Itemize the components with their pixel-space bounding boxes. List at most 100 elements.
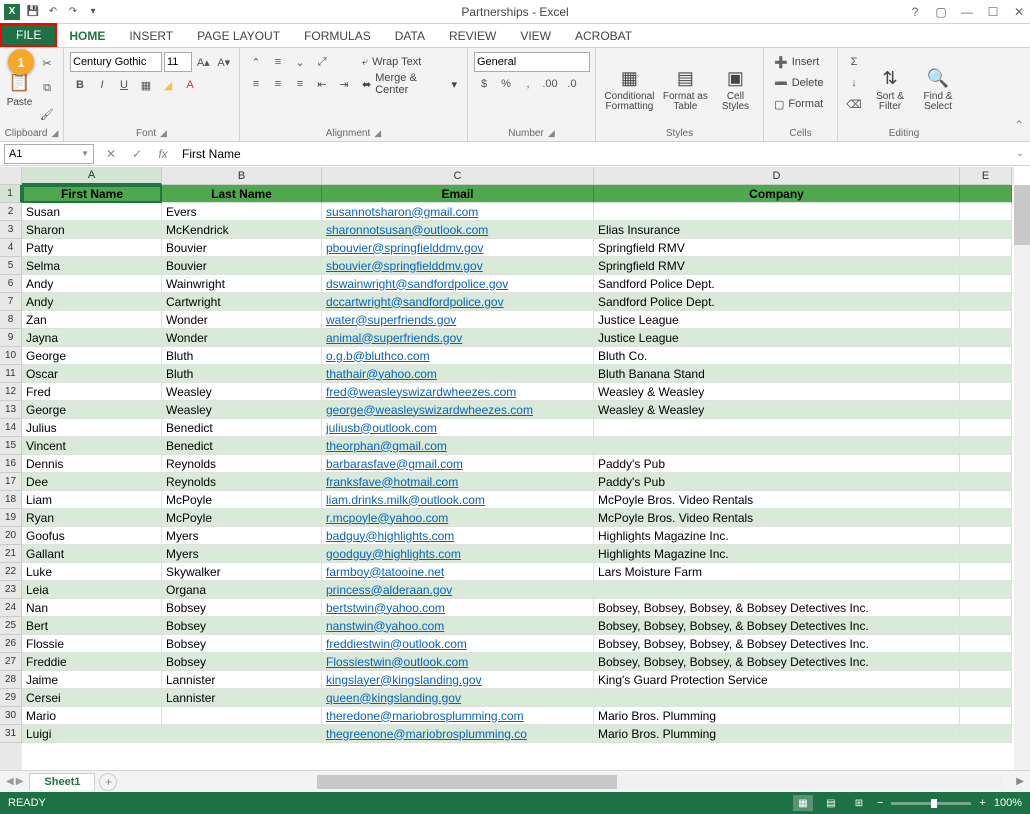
row-header[interactable]: 12 — [0, 383, 22, 401]
cell[interactable] — [960, 455, 1012, 473]
cell[interactable]: Wainwright — [162, 275, 322, 293]
format-cells-button[interactable]: ▢Format — [770, 94, 831, 114]
cell[interactable]: Bouvier — [162, 257, 322, 275]
cut-icon[interactable]: ✂ — [37, 54, 57, 74]
cell[interactable]: Bouvier — [162, 239, 322, 257]
copy-icon[interactable]: ⧉ — [37, 79, 57, 99]
collapse-ribbon-icon[interactable]: ⌃ — [1014, 118, 1024, 132]
cell[interactable]: Freddie — [22, 653, 162, 671]
tab-data[interactable]: DATA — [383, 25, 437, 47]
cell[interactable]: r.mcpoyle@yahoo.com — [322, 509, 594, 527]
row-header[interactable]: 27 — [0, 653, 22, 671]
cell[interactable]: Justice League — [594, 329, 960, 347]
cell[interactable]: Andy — [22, 293, 162, 311]
row-header[interactable]: 24 — [0, 599, 22, 617]
cell[interactable]: princess@alderaan.gov — [322, 581, 594, 599]
select-all-corner[interactable] — [0, 167, 22, 185]
cell[interactable]: Bobsey — [162, 635, 322, 653]
close-icon[interactable]: ✕ — [1012, 5, 1026, 19]
cell[interactable]: barbarasfave@gmail.com — [322, 455, 594, 473]
decrease-decimal-icon[interactable]: .0 — [562, 74, 582, 94]
alignment-launcher-icon[interactable]: ◢ — [374, 128, 381, 139]
fill-icon[interactable]: ↓ — [844, 73, 864, 93]
cell[interactable] — [960, 581, 1012, 599]
chevron-down-icon[interactable]: ▼ — [81, 149, 89, 158]
cell[interactable]: Bobsey, Bobsey, Bobsey, & Bobsey Detecti… — [594, 617, 960, 635]
decrease-indent-icon[interactable]: ⇤ — [312, 74, 332, 94]
cell[interactable]: Gallant — [22, 545, 162, 563]
cell[interactable]: dswainwright@sandfordpolice.gov — [322, 275, 594, 293]
cell[interactable]: water@superfriends.gov — [322, 311, 594, 329]
cell[interactable] — [960, 527, 1012, 545]
cell[interactable]: Bobsey — [162, 599, 322, 617]
zoom-in-icon[interactable]: + — [979, 797, 985, 809]
cell[interactable]: Zan — [22, 311, 162, 329]
insert-function-icon[interactable]: fx — [150, 144, 176, 164]
borders-icon[interactable]: ▦ — [136, 75, 156, 95]
cell[interactable]: badguy@highlights.com — [322, 527, 594, 545]
cell[interactable]: goodguy@highlights.com — [322, 545, 594, 563]
scroll-thumb[interactable] — [317, 775, 617, 789]
cell[interactable] — [960, 221, 1012, 239]
italic-button[interactable]: I — [92, 75, 112, 95]
cell[interactable]: theredone@mariobrosplumming.com — [322, 707, 594, 725]
cell[interactable]: Weasley — [162, 383, 322, 401]
increase-indent-icon[interactable]: ⇥ — [334, 74, 354, 94]
cell[interactable]: o.g.b@bluthco.com — [322, 347, 594, 365]
cell[interactable]: Myers — [162, 545, 322, 563]
zoom-slider[interactable] — [891, 802, 971, 805]
cell[interactable]: kingslayer@kingslanding.gov — [322, 671, 594, 689]
column-header[interactable]: A — [22, 167, 162, 185]
cell[interactable]: George — [22, 401, 162, 419]
align-bottom-icon[interactable]: ⌄ — [290, 52, 310, 72]
cell[interactable] — [960, 617, 1012, 635]
cell[interactable]: Flossie — [22, 635, 162, 653]
tab-insert[interactable]: INSERT — [117, 25, 185, 47]
scroll-right-icon[interactable]: ▶ — [1010, 776, 1030, 787]
column-header[interactable]: E — [960, 167, 1012, 185]
cell[interactable] — [594, 689, 960, 707]
row-header[interactable]: 6 — [0, 275, 22, 293]
font-color-icon[interactable]: A — [180, 75, 200, 95]
cell[interactable]: Bert — [22, 617, 162, 635]
cell[interactable]: Elias Insurance — [594, 221, 960, 239]
cell[interactable]: Benedict — [162, 419, 322, 437]
cell[interactable] — [594, 419, 960, 437]
clear-icon[interactable]: ⌫ — [844, 94, 864, 114]
cell[interactable] — [594, 581, 960, 599]
redo-icon[interactable]: ↷ — [66, 5, 80, 19]
maximize-icon[interactable]: ☐ — [986, 5, 1000, 19]
cell[interactable] — [960, 203, 1012, 221]
cell[interactable]: Julius — [22, 419, 162, 437]
cell[interactable]: Bluth — [162, 365, 322, 383]
sheet-nav-prev-icon[interactable]: ◀ — [6, 776, 14, 787]
find-select-button[interactable]: 🔍Find & Select — [916, 52, 960, 126]
cell[interactable]: Luke — [22, 563, 162, 581]
enter-formula-icon[interactable]: ✓ — [124, 144, 150, 164]
cell[interactable]: Paddy's Pub — [594, 473, 960, 491]
vertical-scrollbar[interactable] — [1014, 185, 1030, 770]
cell[interactable] — [162, 707, 322, 725]
cell[interactable]: Goofus — [22, 527, 162, 545]
cell[interactable] — [960, 545, 1012, 563]
cell[interactable]: thathair@yahoo.com — [322, 365, 594, 383]
cell[interactable]: Mario Bros. Plumming — [594, 725, 960, 743]
number-format-select[interactable] — [474, 52, 590, 72]
row-header[interactable]: 16 — [0, 455, 22, 473]
row-header[interactable]: 17 — [0, 473, 22, 491]
row-header[interactable]: 14 — [0, 419, 22, 437]
cell-styles-button[interactable]: ▣Cell Styles — [714, 52, 757, 126]
cell[interactable]: Weasley & Weasley — [594, 383, 960, 401]
cell[interactable]: Andy — [22, 275, 162, 293]
cell[interactable] — [960, 563, 1012, 581]
cell[interactable]: Lannister — [162, 689, 322, 707]
cell[interactable]: Sharon — [22, 221, 162, 239]
cell[interactable]: liam.drinks.milk@outlook.com — [322, 491, 594, 509]
name-box[interactable]: A1▼ — [4, 144, 94, 164]
row-header[interactable]: 18 — [0, 491, 22, 509]
normal-view-icon[interactable]: ▦ — [793, 795, 813, 811]
cell[interactable]: Liam — [22, 491, 162, 509]
row-header[interactable]: 8 — [0, 311, 22, 329]
column-header[interactable]: D — [594, 167, 960, 185]
cell[interactable]: Myers — [162, 527, 322, 545]
